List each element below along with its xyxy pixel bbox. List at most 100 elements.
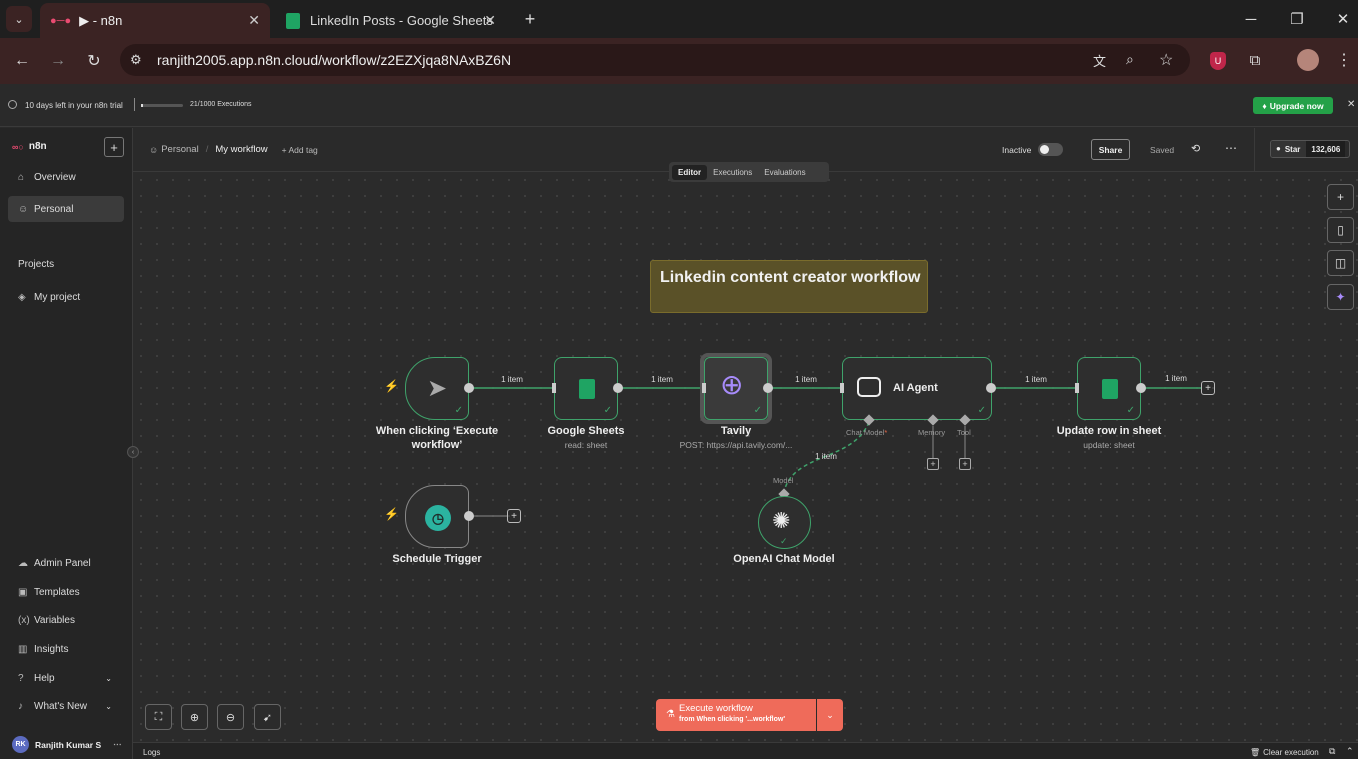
output-port[interactable] [986, 383, 996, 393]
sticky-note-button[interactable]: ▯ [1327, 217, 1354, 243]
sidebar-item-variables[interactable]: (x) Variables [8, 607, 124, 633]
bookmark-star-icon[interactable]: ☆ [1159, 50, 1173, 70]
sidebar-item-templates[interactable]: ▣ Templates [8, 579, 124, 605]
tab-evaluations[interactable]: Evaluations [758, 165, 811, 180]
sticky-note[interactable]: Linkedin content creator workflow [650, 260, 928, 313]
trigger-lightning-icon: ⚡ [384, 507, 399, 521]
view-tabs: Editor Executions Evaluations [669, 162, 829, 182]
ai-agent-node[interactable]: AI Agent ✓ [842, 357, 992, 420]
execute-options-dropdown[interactable]: ⌄ [817, 699, 843, 731]
openai-chat-model-node[interactable]: ✺ ✓ [758, 496, 811, 549]
n8n-logo[interactable]: ∞○ n8n [12, 141, 47, 152]
ai-agent-label: AI Agent [893, 382, 938, 394]
tab-list-chevron-icon[interactable]: ⌄ [6, 6, 32, 32]
input-port[interactable] [552, 383, 556, 393]
cursor-icon: ➤ [427, 375, 448, 402]
update-row-node[interactable]: ✓ [1077, 357, 1141, 420]
extensions-puzzle-icon[interactable]: ⧉ [1245, 50, 1265, 70]
popout-icon[interactable]: ⧉ [1329, 746, 1335, 757]
url-field[interactable]: ⚙ ranjith2005.app.n8n.cloud/workflow/z2E… [120, 44, 1190, 76]
sidebar-item-whats-new[interactable]: ♪ What's New ⌄ [8, 693, 124, 719]
output-port[interactable] [1136, 383, 1146, 393]
history-icon[interactable]: ⟲ [1191, 142, 1200, 155]
forward-icon[interactable]: → [48, 51, 68, 71]
close-window-icon[interactable]: ✕ [1332, 8, 1354, 30]
user-menu[interactable]: RK Ranjith Kumar S ⋯ [12, 736, 122, 753]
close-banner-icon[interactable]: ✕ [1347, 99, 1355, 110]
browser-tab-n8n[interactable]: ●─● ▶ - n8n ✕ [40, 3, 270, 38]
toggle-panel-button[interactable]: ◫ [1327, 250, 1354, 276]
github-star-button[interactable]: ● Star 132,606 [1270, 140, 1350, 158]
sidebar-item-overview[interactable]: ⌂ Overview [8, 164, 124, 190]
tab-editor[interactable]: Editor [672, 164, 708, 180]
expand-icon[interactable]: ⌃ [1346, 746, 1354, 757]
share-button[interactable]: Share [1091, 139, 1130, 160]
ublock-shield-icon[interactable]: U [1210, 52, 1226, 70]
upgrade-button[interactable]: ♦ Upgrade now [1253, 97, 1333, 114]
close-tab-icon[interactable]: ✕ [248, 12, 260, 29]
sidebar-item-insights[interactable]: ▥ Insights [8, 636, 124, 662]
openai-icon: ✺ [772, 508, 791, 533]
tavily-node[interactable]: ⊕ ✓ [700, 353, 772, 424]
schedule-trigger-node[interactable]: ◷ [405, 485, 469, 548]
tidy-up-button[interactable]: ➹ [254, 704, 281, 730]
zoom-in-button[interactable]: ⊕ [181, 704, 208, 730]
add-memory-button[interactable]: + [927, 458, 939, 470]
add-node-button[interactable]: + [507, 509, 521, 523]
close-tab-icon[interactable]: ✕ [484, 12, 496, 29]
add-tag-link[interactable]: + Add tag [282, 145, 318, 155]
site-info-icon[interactable]: ⚙ [130, 52, 142, 68]
zoom-icon[interactable]: ⌕ [1126, 51, 1134, 68]
output-port[interactable] [464, 511, 474, 521]
add-node-panel-button[interactable]: + [1327, 184, 1354, 210]
sidebar-item-personal[interactable]: ☺ Personal [8, 196, 124, 222]
execute-workflow-button[interactable]: ⚗ Execute workflow from When clicking '.… [656, 699, 816, 731]
input-port[interactable] [840, 383, 844, 393]
translate-icon[interactable]: 文 [1093, 51, 1106, 70]
globe-icon: ⊕ [720, 369, 744, 400]
sidebar-item-help[interactable]: ? Help ⌄ [8, 665, 124, 691]
input-port[interactable] [1075, 383, 1079, 393]
address-bar: ← → ↻ ⚙ ranjith2005.app.n8n.cloud/workfl… [0, 38, 1358, 84]
sheets-icon [579, 379, 595, 399]
back-icon[interactable]: ← [12, 51, 32, 71]
box-icon: ▣ [18, 586, 28, 598]
add-tool-button[interactable]: + [959, 458, 971, 470]
browser-menu-icon[interactable]: ⋮ [1334, 50, 1354, 70]
breadcrumb-project[interactable]: Personal [161, 144, 199, 155]
fit-view-button[interactable]: ⛶ [145, 704, 172, 730]
variable-icon: (x) [18, 614, 30, 626]
add-node-button[interactable]: + [1201, 381, 1215, 395]
info-icon [8, 100, 17, 109]
browser-tab-sheets[interactable]: LinkedIn Posts - Google Sheets ✕ [276, 3, 516, 38]
sidebar-item-admin-panel[interactable]: ☁ Admin Panel [8, 550, 124, 576]
create-new-button[interactable]: + [104, 137, 124, 157]
output-port[interactable] [464, 383, 474, 393]
connection-label: 1 item [795, 375, 817, 384]
reload-icon[interactable]: ↻ [84, 51, 104, 71]
tavily-label: Tavily [720, 425, 752, 437]
tool-port-label: Tool [957, 428, 971, 437]
ai-assistant-button[interactable]: ✦ [1327, 284, 1354, 310]
collapse-sidebar-handle[interactable]: ‹ [127, 446, 139, 458]
restore-icon[interactable]: ❐ [1286, 8, 1308, 30]
clear-execution-button[interactable]: 🗑 Clear execution [1250, 748, 1319, 757]
google-sheets-node[interactable]: ✓ [554, 357, 618, 420]
more-icon[interactable]: ⋯ [113, 739, 122, 750]
logs-bar[interactable]: Logs 🗑 Clear execution ⧉ ⌃ [133, 742, 1358, 759]
minimize-icon[interactable]: ─ [1240, 8, 1262, 30]
input-port[interactable] [702, 383, 706, 393]
new-tab-icon[interactable]: + [519, 8, 541, 30]
manual-trigger-node[interactable]: ➤ ✓ [405, 357, 469, 420]
tab-executions[interactable]: Executions [707, 165, 758, 180]
workflow-name[interactable]: My workflow [215, 144, 267, 155]
more-options-icon[interactable]: ⋯ [1225, 141, 1237, 155]
output-port[interactable] [763, 383, 773, 393]
profile-avatar-icon[interactable] [1297, 49, 1319, 71]
active-toggle[interactable] [1038, 143, 1063, 156]
workflow-canvas[interactable]: Linkedin content creator workflow ⚡ ➤ ✓ … [127, 172, 1358, 742]
zoom-out-button[interactable]: ⊖ [217, 704, 244, 730]
output-port[interactable] [613, 383, 623, 393]
memory-port-label: Memory [918, 428, 946, 437]
sidebar-item-my-project[interactable]: ◈ My project [8, 284, 124, 310]
